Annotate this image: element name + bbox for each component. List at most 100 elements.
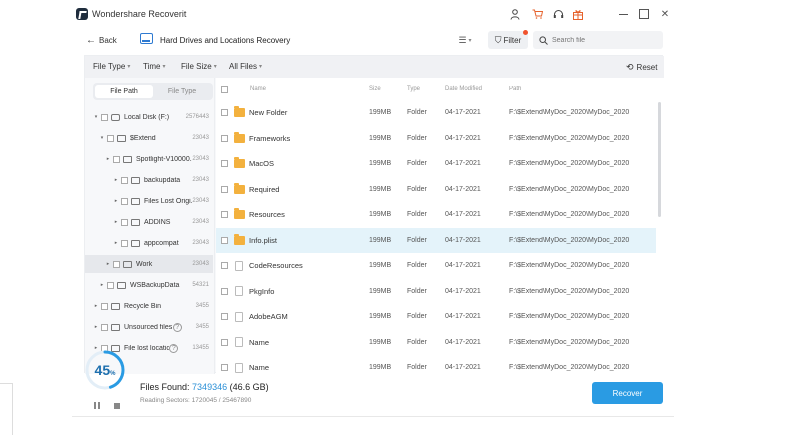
close-icon[interactable]: ✕ — [659, 8, 671, 20]
row-checkbox[interactable] — [221, 364, 228, 371]
row-name: CodeResources — [249, 261, 303, 270]
row-checkbox[interactable] — [221, 313, 228, 320]
row-path: F:\$Extend\MyDoc_2020\MyDoc_2020\M... — [509, 109, 629, 116]
all-files-dropdown[interactable]: All Files ▾ — [229, 62, 262, 71]
folder-icon — [234, 157, 245, 168]
table-row[interactable]: Info.plist 199MB Folder 04-17-2021 F:\$Exten… — [216, 227, 656, 253]
expand-toggle-icon[interactable]: ▸ — [113, 177, 119, 183]
row-checkbox[interactable] — [221, 134, 228, 142]
row-checkbox[interactable] — [221, 287, 228, 295]
row-checkbox[interactable] — [221, 338, 228, 346]
view-mode-toggle[interactable]: ☰ ▾ — [452, 31, 478, 49]
support-headset-icon[interactable] — [552, 8, 564, 20]
expand-toggle-icon[interactable]: ▾ — [99, 135, 105, 141]
tree-item[interactable]: ▸ Spotlight-V10000... 23043 — [85, 150, 213, 168]
tree-item-checkbox[interactable] — [121, 176, 128, 184]
progress-percent: 45% — [84, 362, 126, 378]
tab-file-path[interactable]: File Path — [95, 85, 153, 98]
tree-item-checkbox[interactable] — [121, 239, 128, 247]
cart-icon[interactable] — [531, 8, 543, 20]
row-type: Folder — [407, 109, 427, 116]
expand-toggle-icon[interactable]: ▸ — [105, 156, 111, 162]
tree-item-checkbox[interactable] — [107, 281, 114, 289]
table-row[interactable]: AdobeAGM 199MB Folder 04-17-2021 F:\$Extend\… — [216, 304, 656, 329]
help-icon[interactable]: ? — [172, 322, 182, 332]
user-icon[interactable] — [509, 8, 521, 20]
row-name-cell: Info.plist — [234, 233, 369, 245]
header-size[interactable]: Size — [369, 86, 407, 92]
expand-toggle-icon[interactable]: ▾ — [93, 114, 99, 120]
tree-item[interactable]: ▸ backupdata 23043 — [85, 171, 213, 189]
row-path: F:\$Extend\MyDoc_2020\MyDoc_2020\M... — [509, 287, 629, 295]
row-checkbox[interactable] — [221, 160, 228, 167]
tree-item-checkbox[interactable] — [107, 134, 114, 142]
tree-item[interactable]: ▾ $Extend 23043 — [85, 129, 213, 147]
table-row[interactable]: Name 199MB Folder 04-17-2021 F:\$Extend\MyDo… — [216, 330, 656, 355]
header-name[interactable]: Name — [234, 86, 369, 92]
tab-file-type[interactable]: File Type — [153, 85, 211, 98]
tree-item-label: ADDINS — [144, 218, 171, 226]
tree-item-checkbox[interactable] — [113, 260, 120, 268]
table-row[interactable]: Frameworks 199MB Folder 04-17-2021 F:\$Exten… — [216, 126, 656, 151]
table-row[interactable]: Required 199MB Folder 04-17-2021 F:\$Extend\… — [216, 177, 656, 202]
row-checkbox[interactable] — [221, 185, 228, 193]
row-checkbox[interactable] — [221, 211, 228, 218]
row-name-cell: AdobeAGM — [234, 311, 369, 322]
pause-icon[interactable] — [94, 402, 100, 409]
expand-toggle-icon[interactable]: ▸ — [105, 261, 111, 267]
filter-label: Filter — [503, 35, 522, 45]
tree-item[interactable]: ▸ Files Lost Origi... 23043 — [85, 192, 213, 210]
time-dropdown[interactable]: Time ▾ — [143, 62, 166, 71]
reset-button[interactable]: ⟲ Reset — [626, 62, 657, 73]
reading-sectors: Reading Sectors: 1720045 / 25467890 — [140, 397, 252, 404]
table-row[interactable]: MacOS 199MB Folder 04-17-2021 F:\$Extend\MyD… — [216, 151, 656, 176]
table-row[interactable]: Resources 199MB Folder 04-17-2021 F:\$Extend… — [216, 202, 656, 227]
stop-icon[interactable] — [114, 403, 120, 409]
expand-toggle-icon[interactable]: ▸ — [113, 198, 119, 204]
file-size-dropdown[interactable]: File Size ▾ — [181, 62, 217, 71]
gift-icon[interactable] — [572, 8, 584, 20]
recover-button[interactable]: Recover — [592, 382, 663, 404]
tree-item-checkbox[interactable] — [101, 323, 108, 331]
select-all-checkbox[interactable] — [221, 85, 228, 93]
search-input[interactable] — [552, 36, 652, 44]
row-checkbox[interactable] — [221, 262, 228, 269]
help-icon[interactable]: ? — [169, 343, 179, 353]
tree-item-checkbox[interactable] — [101, 302, 108, 310]
tree-item[interactable]: ▸ Recycle Bin 3455 — [85, 297, 213, 315]
tree-item[interactable]: ▸ ADDINS 23043 — [85, 213, 213, 231]
back-button[interactable]: ← Back — [86, 32, 117, 48]
row-checkbox[interactable] — [221, 109, 228, 116]
expand-toggle-icon[interactable]: ▸ — [93, 303, 99, 309]
minimize-icon[interactable] — [617, 8, 629, 20]
table-scrollbar[interactable] — [658, 102, 661, 217]
tree-item[interactable]: ▾ Local Disk (F:) 2576443 — [85, 108, 213, 126]
row-name-cell: Frameworks — [234, 131, 369, 143]
maximize-icon[interactable] — [638, 8, 650, 20]
filter-button[interactable]: ⛉ Filter — [488, 31, 528, 49]
tree-item-checkbox[interactable] — [113, 155, 120, 163]
expand-toggle-icon[interactable]: ▸ — [113, 240, 119, 246]
expand-toggle-icon[interactable]: ▸ — [93, 324, 99, 330]
tree-item-checkbox[interactable] — [121, 218, 128, 226]
reset-label: Reset — [636, 63, 658, 72]
tree-item[interactable]: ▸ WSBackupData 54321 — [85, 276, 213, 294]
tree-item-checkbox[interactable] — [121, 197, 128, 205]
header-date-modified[interactable]: Date Modified — [445, 86, 509, 92]
tree-item[interactable]: ▸ Work 23043 — [85, 255, 213, 273]
file-type-dropdown[interactable]: File Type ▾ — [93, 62, 130, 71]
table-row[interactable]: New Folder 199MB Folder 04-17-2021 F:\$Exten… — [216, 100, 656, 125]
table-row[interactable]: Name 199MB Folder 04-17-2021 F:\$Extend\MyDo… — [216, 355, 656, 380]
row-checkbox[interactable] — [221, 236, 228, 244]
table-row[interactable]: PkgInfo 199MB Folder 04-17-2021 F:\$Extend\M… — [216, 279, 656, 304]
tree-item[interactable]: ▸ appcompat 23043 — [85, 234, 213, 252]
tree-item-count: 54321 — [192, 282, 209, 288]
table-row[interactable]: CodeResources 199MB Folder 04-17-2021 F:\$Ex… — [216, 253, 656, 278]
tree-item[interactable]: ▸ Unsourced files? 3455 — [85, 318, 213, 336]
expand-toggle-icon[interactable]: ▸ — [99, 282, 105, 288]
expand-toggle-icon[interactable]: ▸ — [113, 219, 119, 225]
tree-item-checkbox[interactable] — [101, 113, 108, 121]
header-path[interactable]: Path — [509, 86, 629, 92]
search-box[interactable] — [533, 31, 663, 49]
header-type[interactable]: Type — [407, 86, 445, 92]
